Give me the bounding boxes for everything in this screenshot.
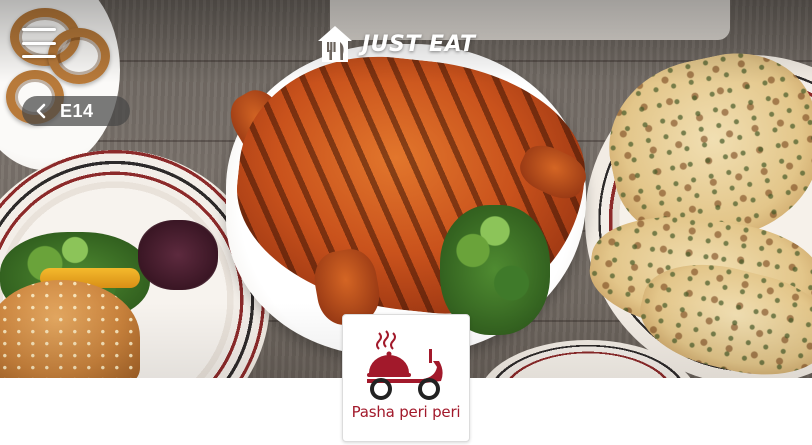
hamburger-menu-icon[interactable] xyxy=(22,28,56,58)
brand-name: JUST EAT xyxy=(362,31,476,57)
menu-bar xyxy=(22,55,56,58)
house-fork-knife-icon xyxy=(318,26,352,62)
delivery-scooter-cloche-icon xyxy=(367,330,443,400)
menu-bar xyxy=(22,28,56,31)
chevron-left-icon xyxy=(36,103,46,119)
menu-bar xyxy=(22,41,56,45)
postcode-label: E14 xyxy=(60,100,94,121)
restaurant-logo: Pasha peri peri xyxy=(342,314,470,442)
just-eat-logo[interactable]: JUST EAT xyxy=(316,24,476,64)
restaurant-name: Pasha peri peri xyxy=(351,403,461,421)
postcode-back-button[interactable]: E14 xyxy=(22,96,130,126)
